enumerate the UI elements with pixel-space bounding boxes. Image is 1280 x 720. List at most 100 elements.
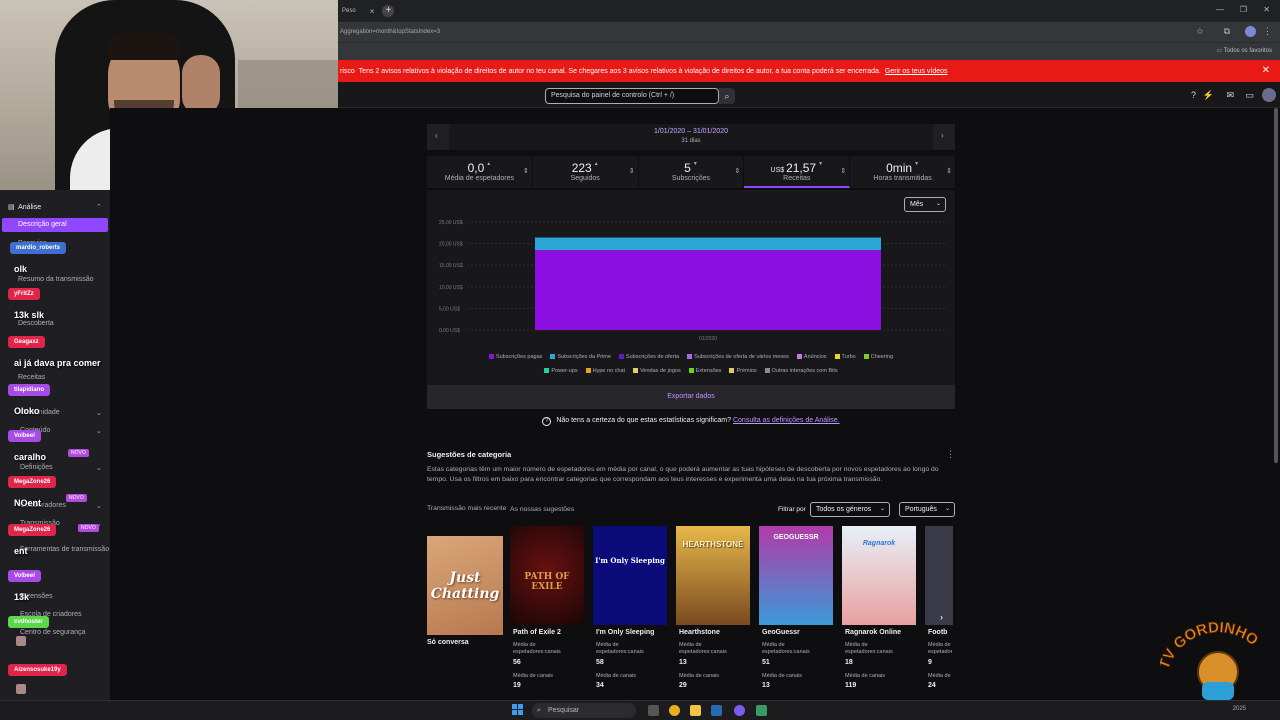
legend-item[interactable]: Subscrições pagas (488, 350, 542, 364)
legend-item[interactable]: Subscrições de oferta (618, 350, 679, 364)
export-data-button[interactable]: Exportar dados (427, 385, 955, 409)
sidebar-item-3[interactable]: Receitas (18, 374, 45, 381)
close-warning-icon[interactable]: ✕ (1262, 65, 1270, 76)
sidebar-group-5[interactable]: Ferramentas de transmissão (20, 546, 109, 553)
category-image[interactable]: GEOGUESSR (759, 526, 833, 625)
tab-close-icon[interactable]: × (370, 7, 375, 16)
sort-icon[interactable]: ⇕ (523, 167, 529, 175)
sort-icon[interactable]: ⇕ (946, 167, 952, 175)
steam-icon[interactable] (711, 705, 722, 716)
legend-item[interactable]: Turbo (834, 350, 856, 364)
legend-item[interactable]: Prémios (729, 364, 757, 378)
chevron-down-icon[interactable]: ⌄ (96, 427, 102, 435)
taskbar-search[interactable]: ⌕ Pesquisar (532, 703, 636, 718)
category-image[interactable]: PATH OF EXILE (510, 526, 584, 625)
chrome-icon[interactable] (669, 705, 680, 716)
definitions-link[interactable]: Consulta as definições de Análise. (733, 417, 840, 424)
close-window-icon[interactable]: ✕ (1263, 5, 1270, 14)
stat-tab-0[interactable]: 0,0 ▲ Média de espetadores ⇕ (427, 156, 533, 188)
legend-item[interactable]: Power-ups (544, 364, 578, 378)
sidebar-item-overview[interactable]: Descrição geral (2, 218, 108, 232)
inbox-icon[interactable]: ✉ (1226, 90, 1234, 101)
sidebar-group-8[interactable]: Centro de segurança (20, 629, 85, 636)
manage-videos-link[interactable]: Gerir os teus vídeos (885, 68, 948, 75)
more-options-icon[interactable]: ⋮ (946, 449, 955, 460)
chevron-down-icon[interactable]: ⌄ (96, 409, 102, 417)
legend-item[interactable]: Subscrições da Prime (550, 350, 611, 364)
sort-icon[interactable]: ⇕ (735, 167, 741, 175)
help-icon[interactable]: ? (1191, 90, 1196, 100)
sidebar-item-1[interactable]: Resumo da transmissão (18, 276, 93, 283)
legend-item[interactable]: Subscrições de oferta de vários meses (687, 350, 789, 364)
sidebar-item-2[interactable]: Descoberta (18, 320, 54, 327)
date-range-text[interactable]: 1/01/2020 – 31/01/2020 (427, 128, 955, 135)
sidebar-section-label: Análise (18, 204, 42, 211)
carousel-next-icon[interactable]: › (940, 612, 943, 622)
bar-1[interactable] (535, 237, 881, 251)
chevron-down-icon[interactable]: ⌄ (96, 464, 102, 472)
recent-category-name[interactable]: Só conversa (427, 639, 469, 646)
dashboard-search-input[interactable]: Pesquisa do painel de controlo (Ctrl + /… (545, 88, 719, 104)
windows-start-icon[interactable] (512, 704, 524, 716)
sidebar-section-analytics[interactable]: ▤ Análise (8, 203, 41, 211)
maximize-icon[interactable]: ❐ (1240, 5, 1247, 14)
chevron-down-icon[interactable]: ⌄ (96, 502, 102, 510)
address-bar[interactable]: Aggregation=month&topStatsIndex=3 ☆ ⧉ ⋮ (338, 22, 1280, 42)
genre-filter-select[interactable]: Todos os géneros ⌄ (810, 502, 890, 517)
legend-item[interactable]: Vendas de jogos (633, 364, 681, 378)
profile-avatar[interactable] (1262, 88, 1276, 102)
sort-icon[interactable]: ⇕ (629, 167, 635, 175)
stat-value: 223 ▲ (533, 161, 638, 175)
webcam-hair (106, 32, 182, 60)
category-name[interactable]: Footb (928, 629, 947, 636)
search-icon[interactable]: ⌕ (719, 88, 735, 104)
chat-message: ai já dava pra comer (14, 358, 101, 368)
language-filter-select[interactable]: Português ⌄ (899, 502, 955, 517)
category-viewers-value: 58 (596, 659, 604, 666)
new-tab-icon[interactable]: + (382, 5, 395, 17)
legend-item[interactable]: Extensões (688, 364, 721, 378)
app-icon[interactable] (756, 705, 767, 716)
browser-profile-avatar[interactable] (1245, 26, 1256, 37)
file-explorer-icon[interactable] (690, 705, 701, 716)
legend-label: Prémios (736, 368, 757, 374)
minimize-icon[interactable]: — (1216, 5, 1224, 14)
stat-tab-2[interactable]: 5 ▼ Subscrições ⇕ (639, 156, 745, 188)
category-name[interactable]: Hearthstone (679, 629, 720, 636)
page-scrollbar[interactable] (1274, 108, 1278, 463)
category-name[interactable]: Ragnarok Online (845, 629, 901, 636)
browser-menu-icon[interactable]: ⋮ (1263, 26, 1272, 37)
stat-tab-1[interactable]: 223 ▲ Seguidos ⇕ (533, 156, 639, 188)
trend-icon: ▼ (914, 161, 920, 167)
category-image[interactable]: Ragnarok (842, 526, 916, 625)
sort-icon[interactable]: ⇕ (840, 167, 846, 175)
category-image[interactable]: HEARTHSTONE (676, 526, 750, 625)
power-ups-icon[interactable]: ⚡ (1203, 90, 1214, 101)
legend-item[interactable]: Anúncios (796, 350, 827, 364)
sidebar-group-2[interactable]: Definições (20, 464, 53, 471)
star-icon[interactable]: ☆ (1196, 26, 1204, 37)
category-name[interactable]: I'm Only Sleeping (596, 629, 654, 636)
extensions-icon[interactable]: ⧉ (1224, 26, 1230, 37)
period-select[interactable]: Mês ⌄ (904, 197, 946, 212)
stat-tab-3[interactable]: US$ 21,57 ▼ Receitas ⇕ (744, 156, 851, 188)
all-bookmarks[interactable]: ▭ Todos os favoritos (1216, 47, 1272, 54)
category-name[interactable]: Path of Exile 2 (513, 629, 561, 636)
category-name[interactable]: GeoGuessr (762, 629, 800, 636)
legend-item[interactable]: Hype no chat (585, 364, 625, 378)
category-meta-channels: Média de canais (679, 673, 720, 679)
url-text[interactable]: Aggregation=month&topStatsIndex=3 (340, 29, 440, 35)
whispers-icon[interactable]: ▭ (1245, 90, 1254, 101)
legend-item[interactable]: Cheering (863, 350, 893, 364)
stat-tab-4[interactable]: 0min ▼ Horas transmitidas ⇕ (850, 156, 955, 188)
discord-icon[interactable] (734, 705, 745, 716)
task-view-icon[interactable] (648, 705, 659, 716)
recent-category-image[interactable]: Just Chatting (427, 536, 503, 635)
bar-0[interactable] (535, 250, 881, 330)
chevron-up-icon[interactable]: ⌃ (96, 203, 102, 211)
legend-item[interactable]: Outras interações com Bits (764, 364, 838, 378)
category-image[interactable] (925, 526, 953, 625)
browser-tab-title[interactable]: Peso (342, 8, 356, 14)
category-image[interactable]: I'm Only Sleeping (593, 526, 667, 625)
date-next-button[interactable]: › (933, 124, 955, 150)
